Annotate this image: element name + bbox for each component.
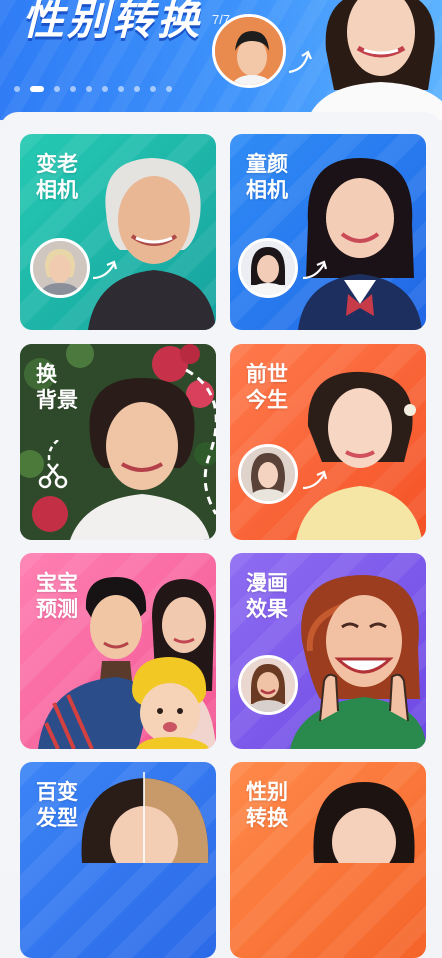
card-title: 百变 发型	[36, 781, 78, 830]
gender-swap-card[interactable]: 性别 转换	[230, 762, 426, 958]
card-title: 性别 转换	[246, 781, 288, 830]
carousel-dot[interactable]	[118, 86, 124, 92]
curved-arrow-icon	[92, 260, 118, 280]
carousel-dot[interactable]	[70, 86, 76, 92]
carousel-dot[interactable]	[86, 86, 92, 92]
carousel-indicator[interactable]	[14, 86, 172, 92]
carousel-dot[interactable]	[102, 86, 108, 92]
hairstyle-card[interactable]: 百变 发型	[20, 762, 216, 958]
before-thumbnail	[238, 655, 298, 715]
banner-title: 性别转换	[22, 0, 203, 43]
woman-cutout-photo	[70, 368, 216, 540]
card-title: 童颜 相机	[246, 153, 288, 202]
comic-effect-card[interactable]: 漫画 效果	[230, 553, 426, 749]
card-title: 变老 相机	[36, 153, 78, 202]
card-title: 前世 今生	[246, 363, 288, 412]
gender-swap-photo	[313, 782, 415, 863]
split-hair-photo	[81, 772, 209, 863]
top-banner[interactable]: 性别转换 7/7	[0, 0, 442, 120]
baby-prediction-card[interactable]: 宝宝 预测	[20, 553, 216, 749]
carousel-dot[interactable]	[54, 86, 60, 92]
before-thumbnail	[238, 238, 298, 298]
before-thumbnail	[238, 444, 298, 504]
aging-camera-card[interactable]: 变老 相机	[20, 134, 216, 330]
curved-arrow-icon	[302, 470, 328, 490]
carousel-dot-active[interactable]	[30, 86, 44, 92]
carousel-dot[interactable]	[150, 86, 156, 92]
banner-after-portrait	[306, 0, 442, 120]
card-title: 漫画 效果	[246, 572, 288, 621]
banner-counter: 7/7	[212, 12, 231, 27]
past-life-card[interactable]: 前世 今生	[230, 344, 426, 540]
carousel-dot[interactable]	[134, 86, 140, 92]
elderly-woman-photo	[88, 158, 216, 330]
carousel-dot[interactable]	[166, 86, 172, 92]
child-face-camera-card[interactable]: 童颜 相机	[230, 134, 426, 330]
cartoon-woman-illustration	[290, 575, 426, 749]
card-title: 换 背景	[36, 363, 78, 412]
change-background-card[interactable]: 换 背景	[20, 344, 216, 540]
girl-photo	[298, 158, 422, 330]
card-title: 宝宝 预测	[36, 572, 78, 621]
scissors-icon	[38, 440, 68, 489]
carousel-dot[interactable]	[14, 86, 20, 92]
before-thumbnail	[30, 238, 90, 298]
curved-arrow-icon	[302, 260, 328, 280]
ancient-style-woman-photo	[296, 371, 422, 540]
